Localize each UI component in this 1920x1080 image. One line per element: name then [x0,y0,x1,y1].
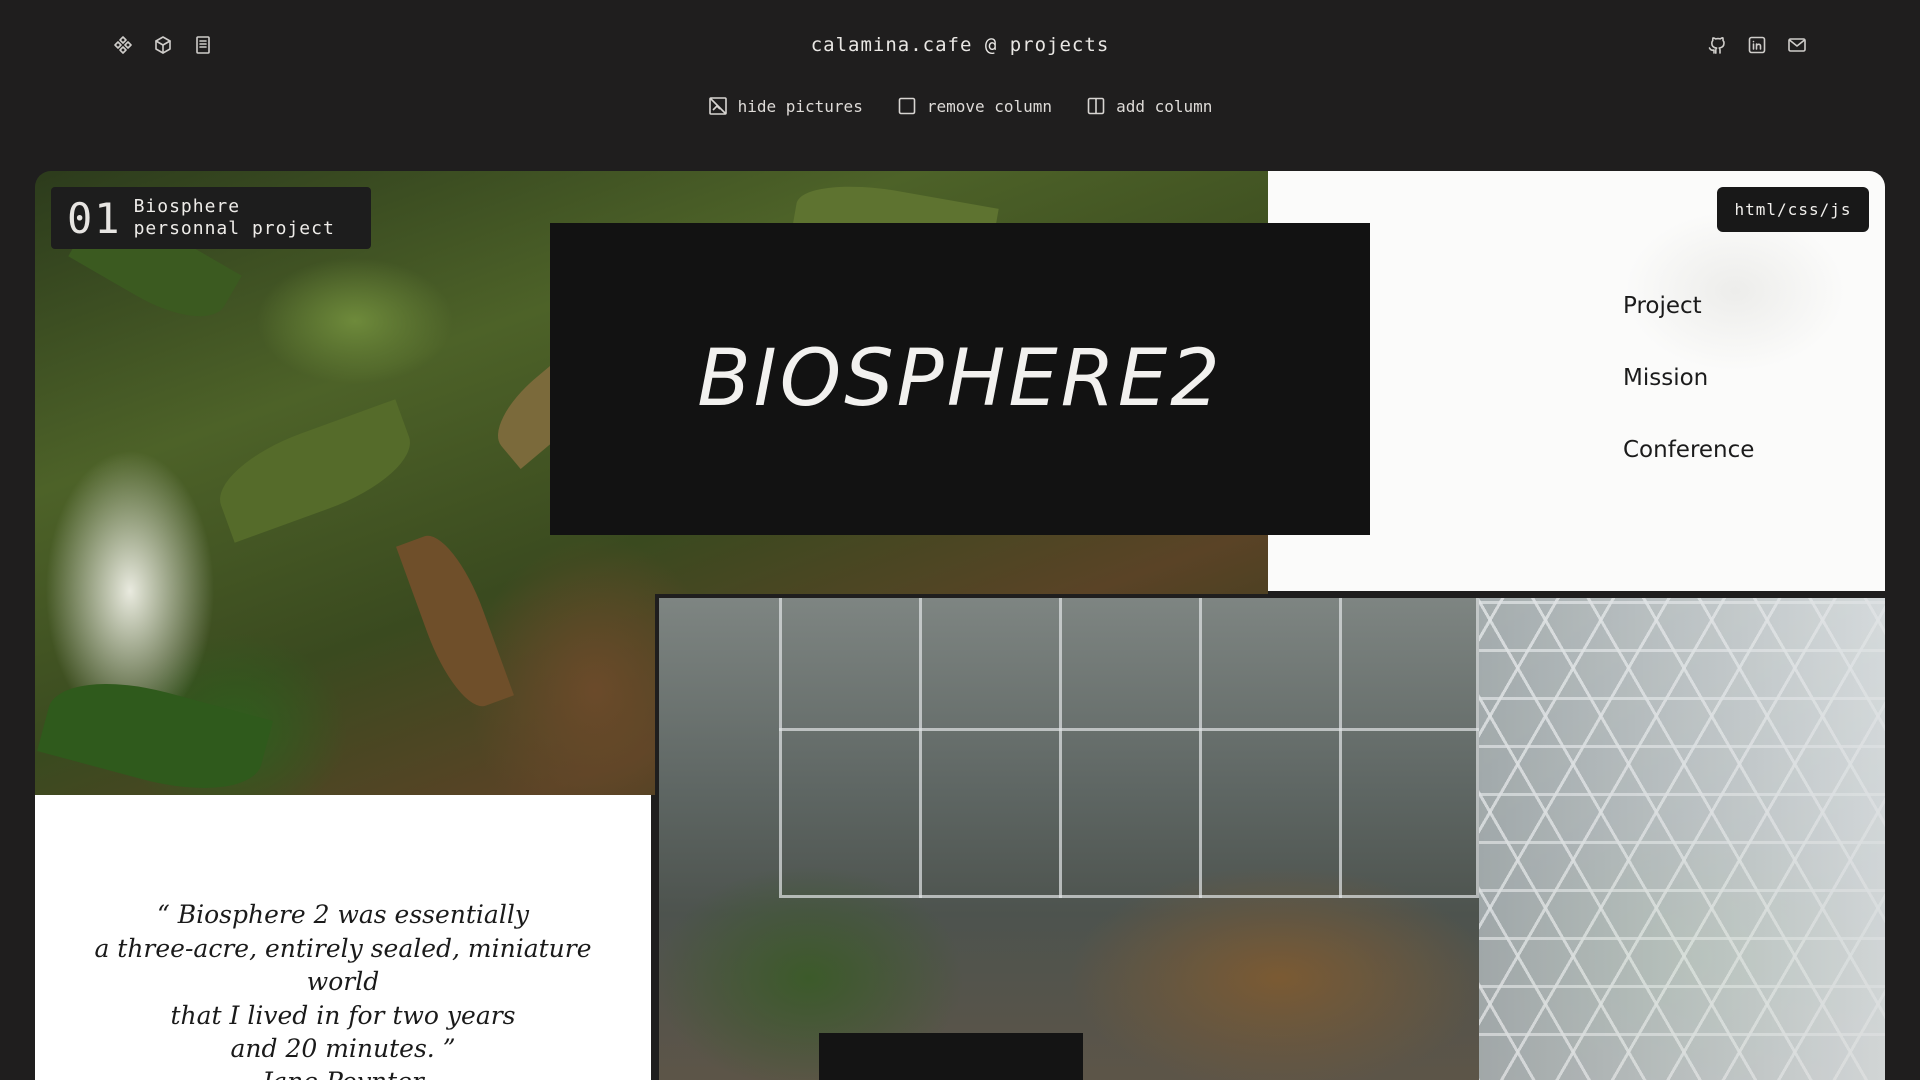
quote-panel: “ Biosphere 2 was essentially a three-ac… [35,795,651,1080]
top-bar: calamina.cafe @ projects hide pictures r… [0,0,1920,116]
github-icon[interactable] [1706,34,1728,56]
quote-line: world [306,967,380,996]
project-number: 01 [67,193,122,243]
add-column-button[interactable]: add column [1086,96,1212,116]
remove-column-button[interactable]: remove column [897,96,1052,116]
nav-item-mission[interactable]: Mission [1623,365,1754,437]
quote-line: a three-acre, entirely sealed, miniature [94,933,592,963]
greenhouse-caption-bar [819,1033,1083,1080]
hide-pictures-button[interactable]: hide pictures [708,96,863,116]
project-title-box: BIOSPHERE2 [550,223,1370,535]
hide-pictures-label: hide pictures [737,96,863,116]
window-mullion [1199,598,1202,898]
add-column-label: add column [1116,96,1213,116]
window-mullion [919,598,922,898]
greenhouse-photo [655,594,1885,1080]
window-mullion [1059,598,1062,898]
columns-icon [1087,97,1105,115]
project-type: personnal project [133,218,335,239]
tech-badge: html/css/js [1717,187,1869,232]
quote-line: and 20 minutes. ” [230,1034,456,1063]
project-nav: Project Mission Conference [1623,293,1754,509]
leaf-shape [37,664,273,795]
window-transom [779,728,1479,731]
window-frame [779,598,1479,898]
view-toolbar: hide pictures remove column add column [0,96,1920,116]
header-right-icons [1706,34,1808,56]
mail-icon[interactable] [1786,34,1808,56]
remove-column-label: remove column [926,96,1053,116]
leaf-shape [207,399,423,543]
project-name: Biosphere [133,196,241,217]
project-card: 01 Biosphere personnal project BIOSPHERE… [35,171,1885,1080]
dome-lattice [1479,598,1885,1080]
linkedin-icon[interactable] [1746,34,1768,56]
nav-item-conference[interactable]: Conference [1623,437,1754,509]
nav-item-project[interactable]: Project [1623,293,1754,365]
quote-author: Jane Poynter [35,1067,651,1080]
project-caption: Biosphere personnal project [134,196,335,240]
leaf-shape [396,526,514,716]
window-mullion [1339,598,1342,898]
quote-text: “ Biosphere 2 was essentially a three-ac… [35,898,651,1066]
quote-line: “ Biosphere 2 was essentially [157,900,529,929]
square-icon [898,97,916,115]
site-title: calamina.cafe @ projects [810,34,1110,56]
project-title: BIOSPHERE2 [697,334,1223,424]
quote-line: that I lived in for two years [170,1000,516,1030]
hide-image-icon [708,97,727,115]
project-badge: 01 Biosphere personnal project [51,187,371,249]
